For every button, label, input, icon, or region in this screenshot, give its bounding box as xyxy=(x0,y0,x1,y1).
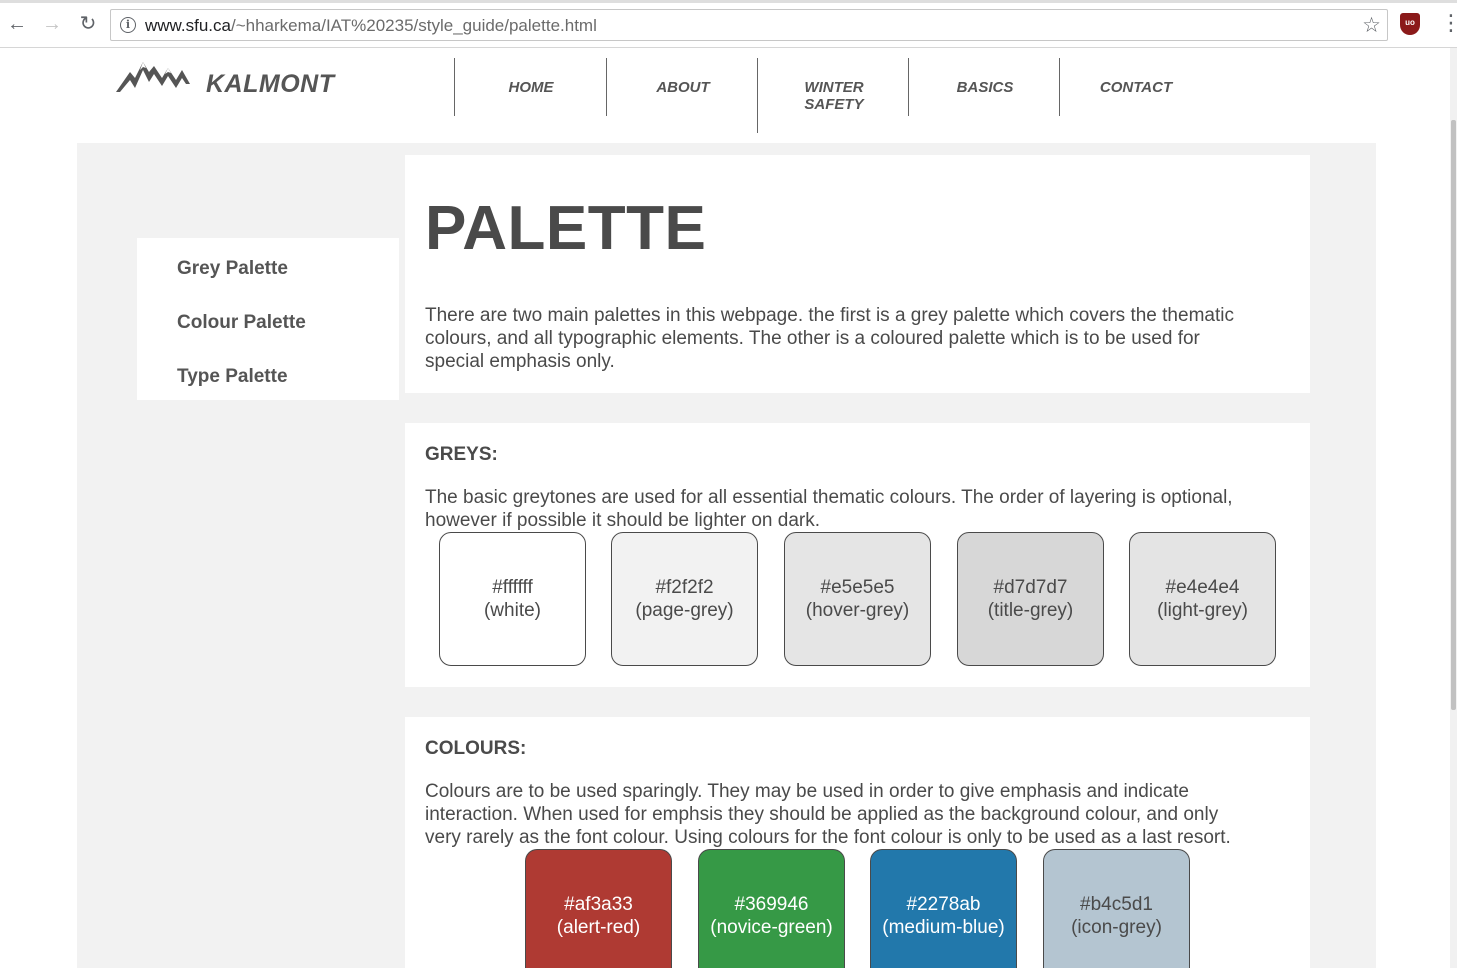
url-path: /~hharkema/IAT%20235/style_guide/palette… xyxy=(230,16,597,35)
sidebar-item-colour-palette[interactable]: Colour Palette xyxy=(177,312,306,334)
swatch-name: (novice-green) xyxy=(710,917,833,938)
forward-arrow-icon[interactable]: → xyxy=(40,12,64,36)
nav-winter-safety-line1: WINTER xyxy=(804,79,864,96)
star-icon[interactable]: ☆ xyxy=(1362,13,1381,38)
grey-swatch: #d7d7d7 (title-grey) xyxy=(957,532,1104,666)
grey-swatch: #e5e5e5 (hover-grey) xyxy=(784,532,931,666)
colour-swatch: #2278ab (medium-blue) xyxy=(870,849,1017,968)
swatch-code: #2278ab xyxy=(906,894,981,915)
colours-text-line: Colours are to be used sparingly. They m… xyxy=(425,781,1189,802)
greys-card: GREYS: The basic greytones are used for … xyxy=(405,423,1310,687)
swatch-code: #369946 xyxy=(734,894,809,915)
info-icon[interactable]: i xyxy=(120,17,136,33)
colours-card: COLOURS: Colours are to be used sparingl… xyxy=(405,717,1310,968)
tab-strip xyxy=(0,0,1457,3)
grey-swatch: #f2f2f2 (page-grey) xyxy=(611,532,758,666)
colours-text-line: very rarely as the font colour. Using co… xyxy=(425,827,1231,848)
intro-card: PALETTE There are two main palettes in t… xyxy=(405,155,1310,393)
swatch-code: #ffffff xyxy=(492,577,533,598)
nav-about-label: ABOUT xyxy=(656,79,710,96)
colours-text: Colours are to be used sparingly. They m… xyxy=(425,780,1295,849)
greys-heading: GREYS: xyxy=(425,444,498,465)
swatch-code: #af3a33 xyxy=(564,894,633,915)
vertical-dots-icon[interactable]: ⋮ xyxy=(1440,12,1457,34)
extension-shield-icon[interactable]: uo xyxy=(1400,13,1420,35)
intro-text-line: colours, and all typographic elements. T… xyxy=(425,328,1200,349)
brand-name[interactable]: KALMONT xyxy=(206,70,334,99)
grey-swatch: #ffffff (white) xyxy=(439,532,586,666)
nav-home[interactable]: HOME xyxy=(454,58,606,116)
sidebar-item-grey-palette[interactable]: Grey Palette xyxy=(177,258,288,280)
swatch-code: #e4e4e4 xyxy=(1165,577,1240,598)
nav-basics-label: BASICS xyxy=(956,79,1014,96)
reload-icon[interactable]: ↻ xyxy=(76,12,100,36)
swatch-name: (medium-blue) xyxy=(882,917,1005,938)
page-title: PALETTE xyxy=(425,194,707,263)
nav-winter-safety[interactable]: WINTER SAFETY xyxy=(757,58,909,133)
intro-text-line: special emphasis only. xyxy=(425,351,615,372)
sidebar: Grey Palette Colour Palette Type Palette xyxy=(137,238,399,400)
swatch-name: (title-grey) xyxy=(987,600,1074,621)
colours-heading: COLOURS: xyxy=(425,738,527,759)
swatch-code: #e5e5e5 xyxy=(820,577,895,598)
colour-swatch: #b4c5d1 (icon-grey) xyxy=(1043,849,1190,968)
nav-home-label: HOME xyxy=(508,79,554,96)
extension-label: uo xyxy=(1405,18,1415,27)
colours-text-line: interaction. When used for emphsis they … xyxy=(425,804,1219,825)
url-text[interactable]: www.sfu.ca/~hharkema/IAT%20235/style_gui… xyxy=(145,16,597,36)
greys-text: The basic greytones are used for all ess… xyxy=(425,486,1295,532)
nav-basics[interactable]: BASICS xyxy=(908,58,1060,116)
swatch-name: (hover-grey) xyxy=(805,600,910,621)
intro-text-line: There are two main palettes in this webp… xyxy=(425,305,1234,326)
mountain-logo-icon[interactable] xyxy=(116,58,190,94)
swatch-name: (page-grey) xyxy=(635,600,734,621)
colour-swatch: #369946 (novice-green) xyxy=(698,849,845,968)
nav-contact[interactable]: CONTACT xyxy=(1059,58,1211,116)
nav-contact-label: CONTACT xyxy=(1099,79,1173,96)
greys-text-line: however if possible it should be lighter… xyxy=(425,510,821,531)
swatch-code: #d7d7d7 xyxy=(993,577,1068,598)
sidebar-item-type-palette[interactable]: Type Palette xyxy=(177,366,288,388)
greys-text-line: The basic greytones are used for all ess… xyxy=(425,487,1233,508)
swatch-code: #b4c5d1 xyxy=(1080,894,1153,915)
swatch-name: (white) xyxy=(483,600,541,621)
page-scrollbar-thumb[interactable] xyxy=(1451,120,1456,710)
grey-swatch: #e4e4e4 (light-grey) xyxy=(1129,532,1276,666)
nav-winter-safety-line2: SAFETY xyxy=(804,96,864,113)
intro-text: There are two main palettes in this webp… xyxy=(425,304,1295,373)
swatch-name: (icon-grey) xyxy=(1071,917,1162,938)
swatch-name: (light-grey) xyxy=(1157,600,1248,621)
browser-toolbar: ← → ↻ i www.sfu.ca/~hharkema/IAT%20235/s… xyxy=(0,0,1457,48)
nav-about[interactable]: ABOUT xyxy=(606,58,758,116)
back-arrow-icon[interactable]: ← xyxy=(5,12,29,36)
swatch-code: #f2f2f2 xyxy=(655,577,714,598)
url-host: www.sfu.ca xyxy=(145,16,231,35)
colour-swatch: #af3a33 (alert-red) xyxy=(525,849,672,968)
swatch-name: (alert-red) xyxy=(556,917,641,938)
address-bar[interactable]: i www.sfu.ca/~hharkema/IAT%20235/style_g… xyxy=(110,9,1388,41)
